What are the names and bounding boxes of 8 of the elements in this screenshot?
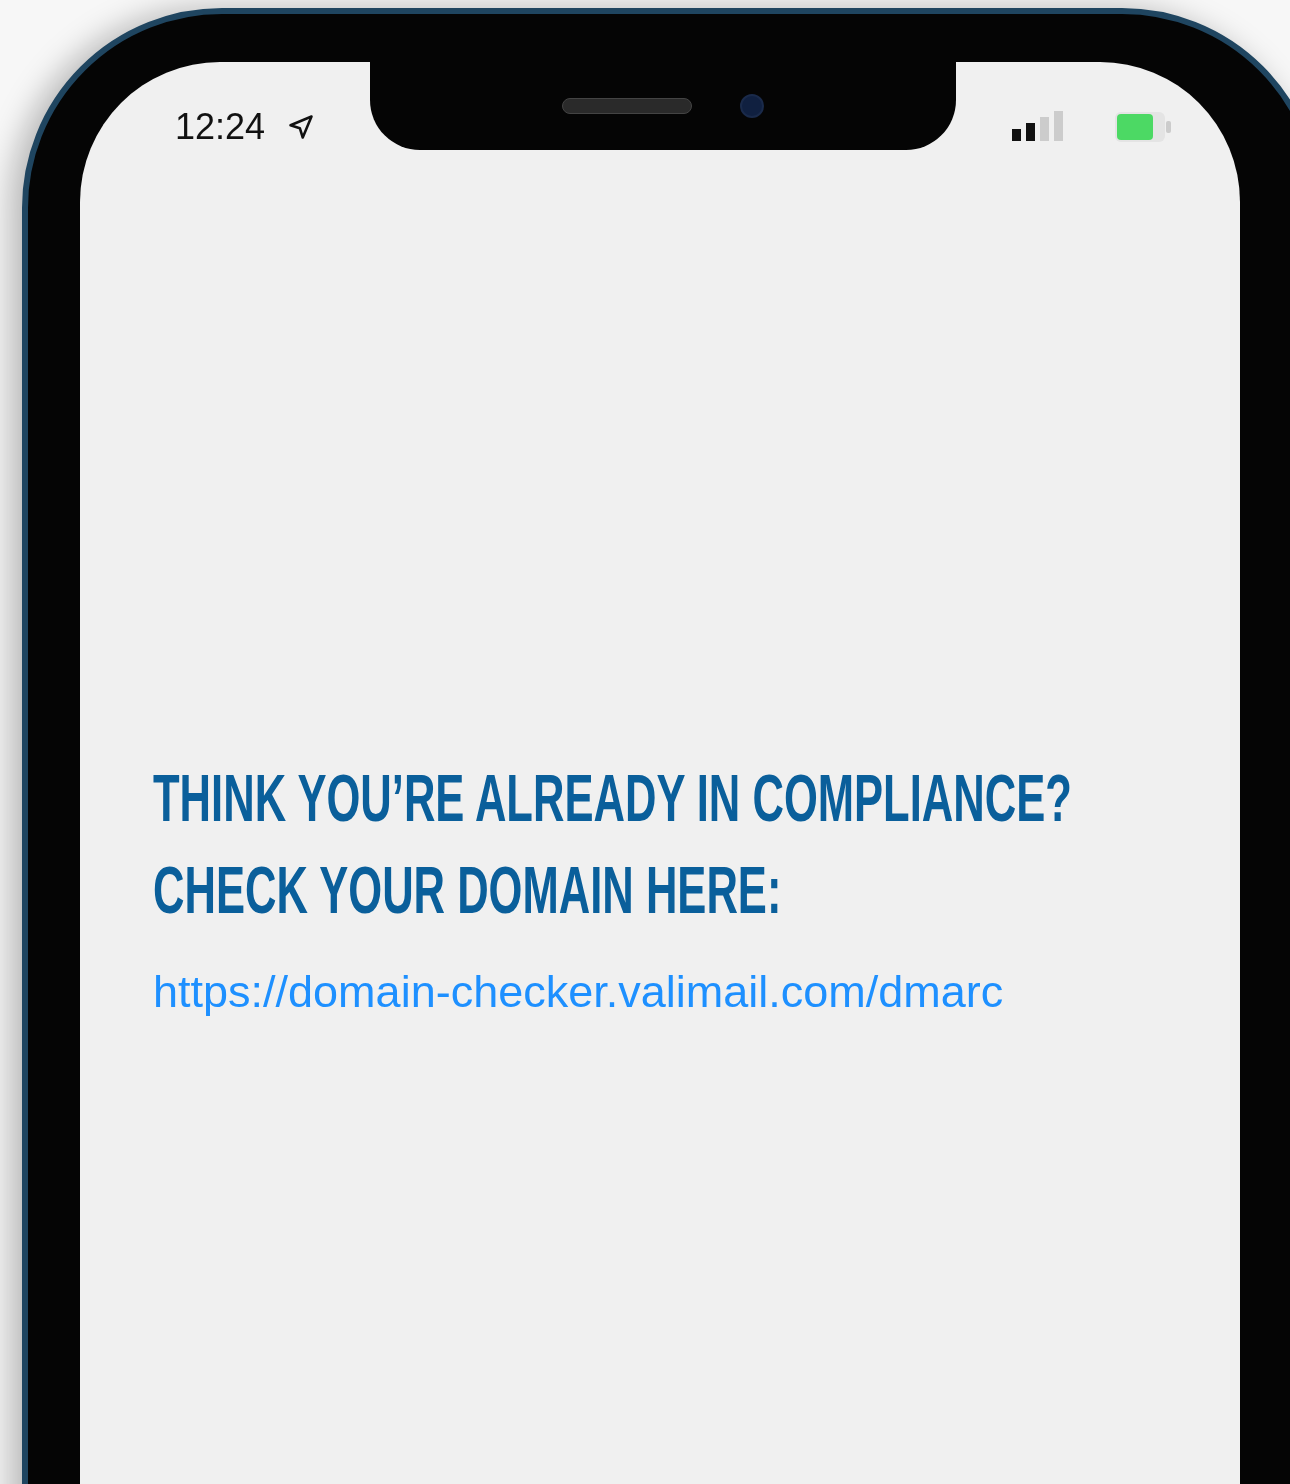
heading-line: CHECK YOUR DOMAIN HERE: bbox=[153, 852, 782, 929]
status-time: 12:24 bbox=[175, 105, 266, 149]
heading-line: THINK YOU’RE ALREADY IN COMPLIANCE? bbox=[153, 760, 1072, 837]
domain-checker-link[interactable]: https://domain-checker.valimail.com/dmarc bbox=[153, 958, 1004, 1026]
battery-icon bbox=[1114, 111, 1172, 143]
speaker-icon bbox=[562, 98, 692, 114]
location-arrow-icon bbox=[287, 113, 316, 141]
camera-icon bbox=[740, 94, 764, 118]
